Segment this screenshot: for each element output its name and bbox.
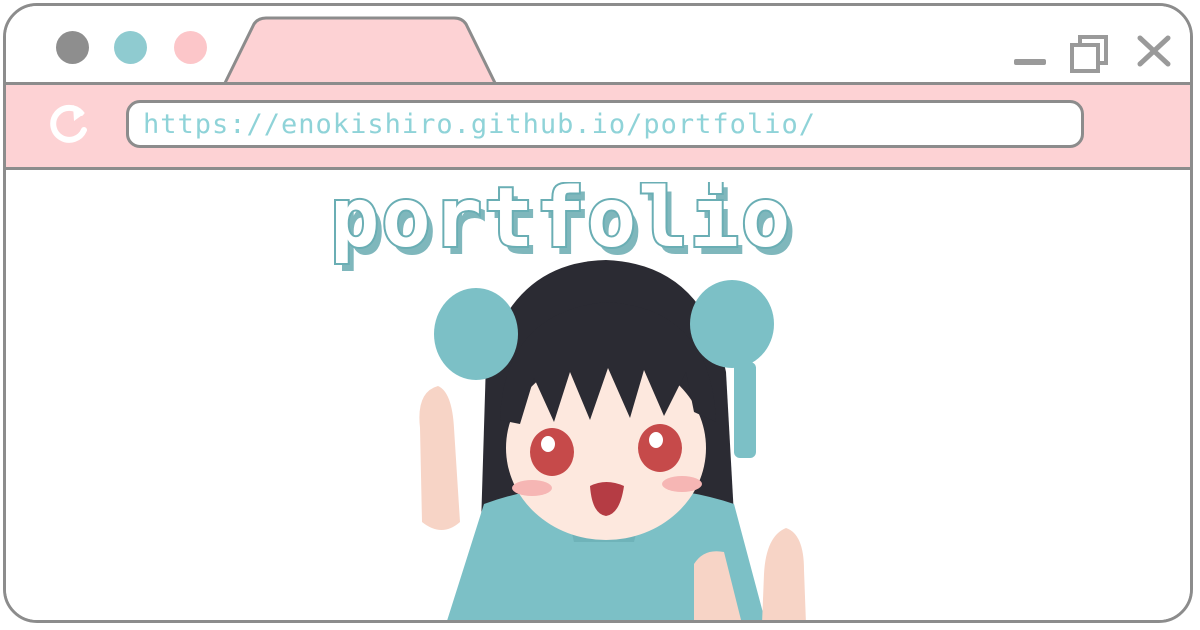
title-bar [6, 6, 1190, 86]
reload-icon[interactable] [44, 101, 94, 151]
close-icon[interactable] [1134, 34, 1174, 70]
address-input[interactable]: https://enokishiro.github.io/portfolio/ [126, 100, 1084, 148]
window-dot-gray[interactable] [56, 31, 89, 64]
minimize-icon[interactable] [1010, 34, 1050, 68]
window-dot-pink[interactable] [174, 31, 207, 64]
url-text: https://enokishiro.github.io/portfolio/ [143, 108, 816, 140]
anime-girl-illustration [419, 260, 806, 620]
window-dot-teal[interactable] [114, 31, 147, 64]
page-content: portfolio portfolio [6, 170, 1190, 620]
browser-window: https://enokishiro.github.io/portfolio/ … [3, 3, 1193, 623]
maximize-icon[interactable] [1068, 34, 1112, 76]
url-bar: https://enokishiro.github.io/portfolio/ [6, 82, 1190, 170]
